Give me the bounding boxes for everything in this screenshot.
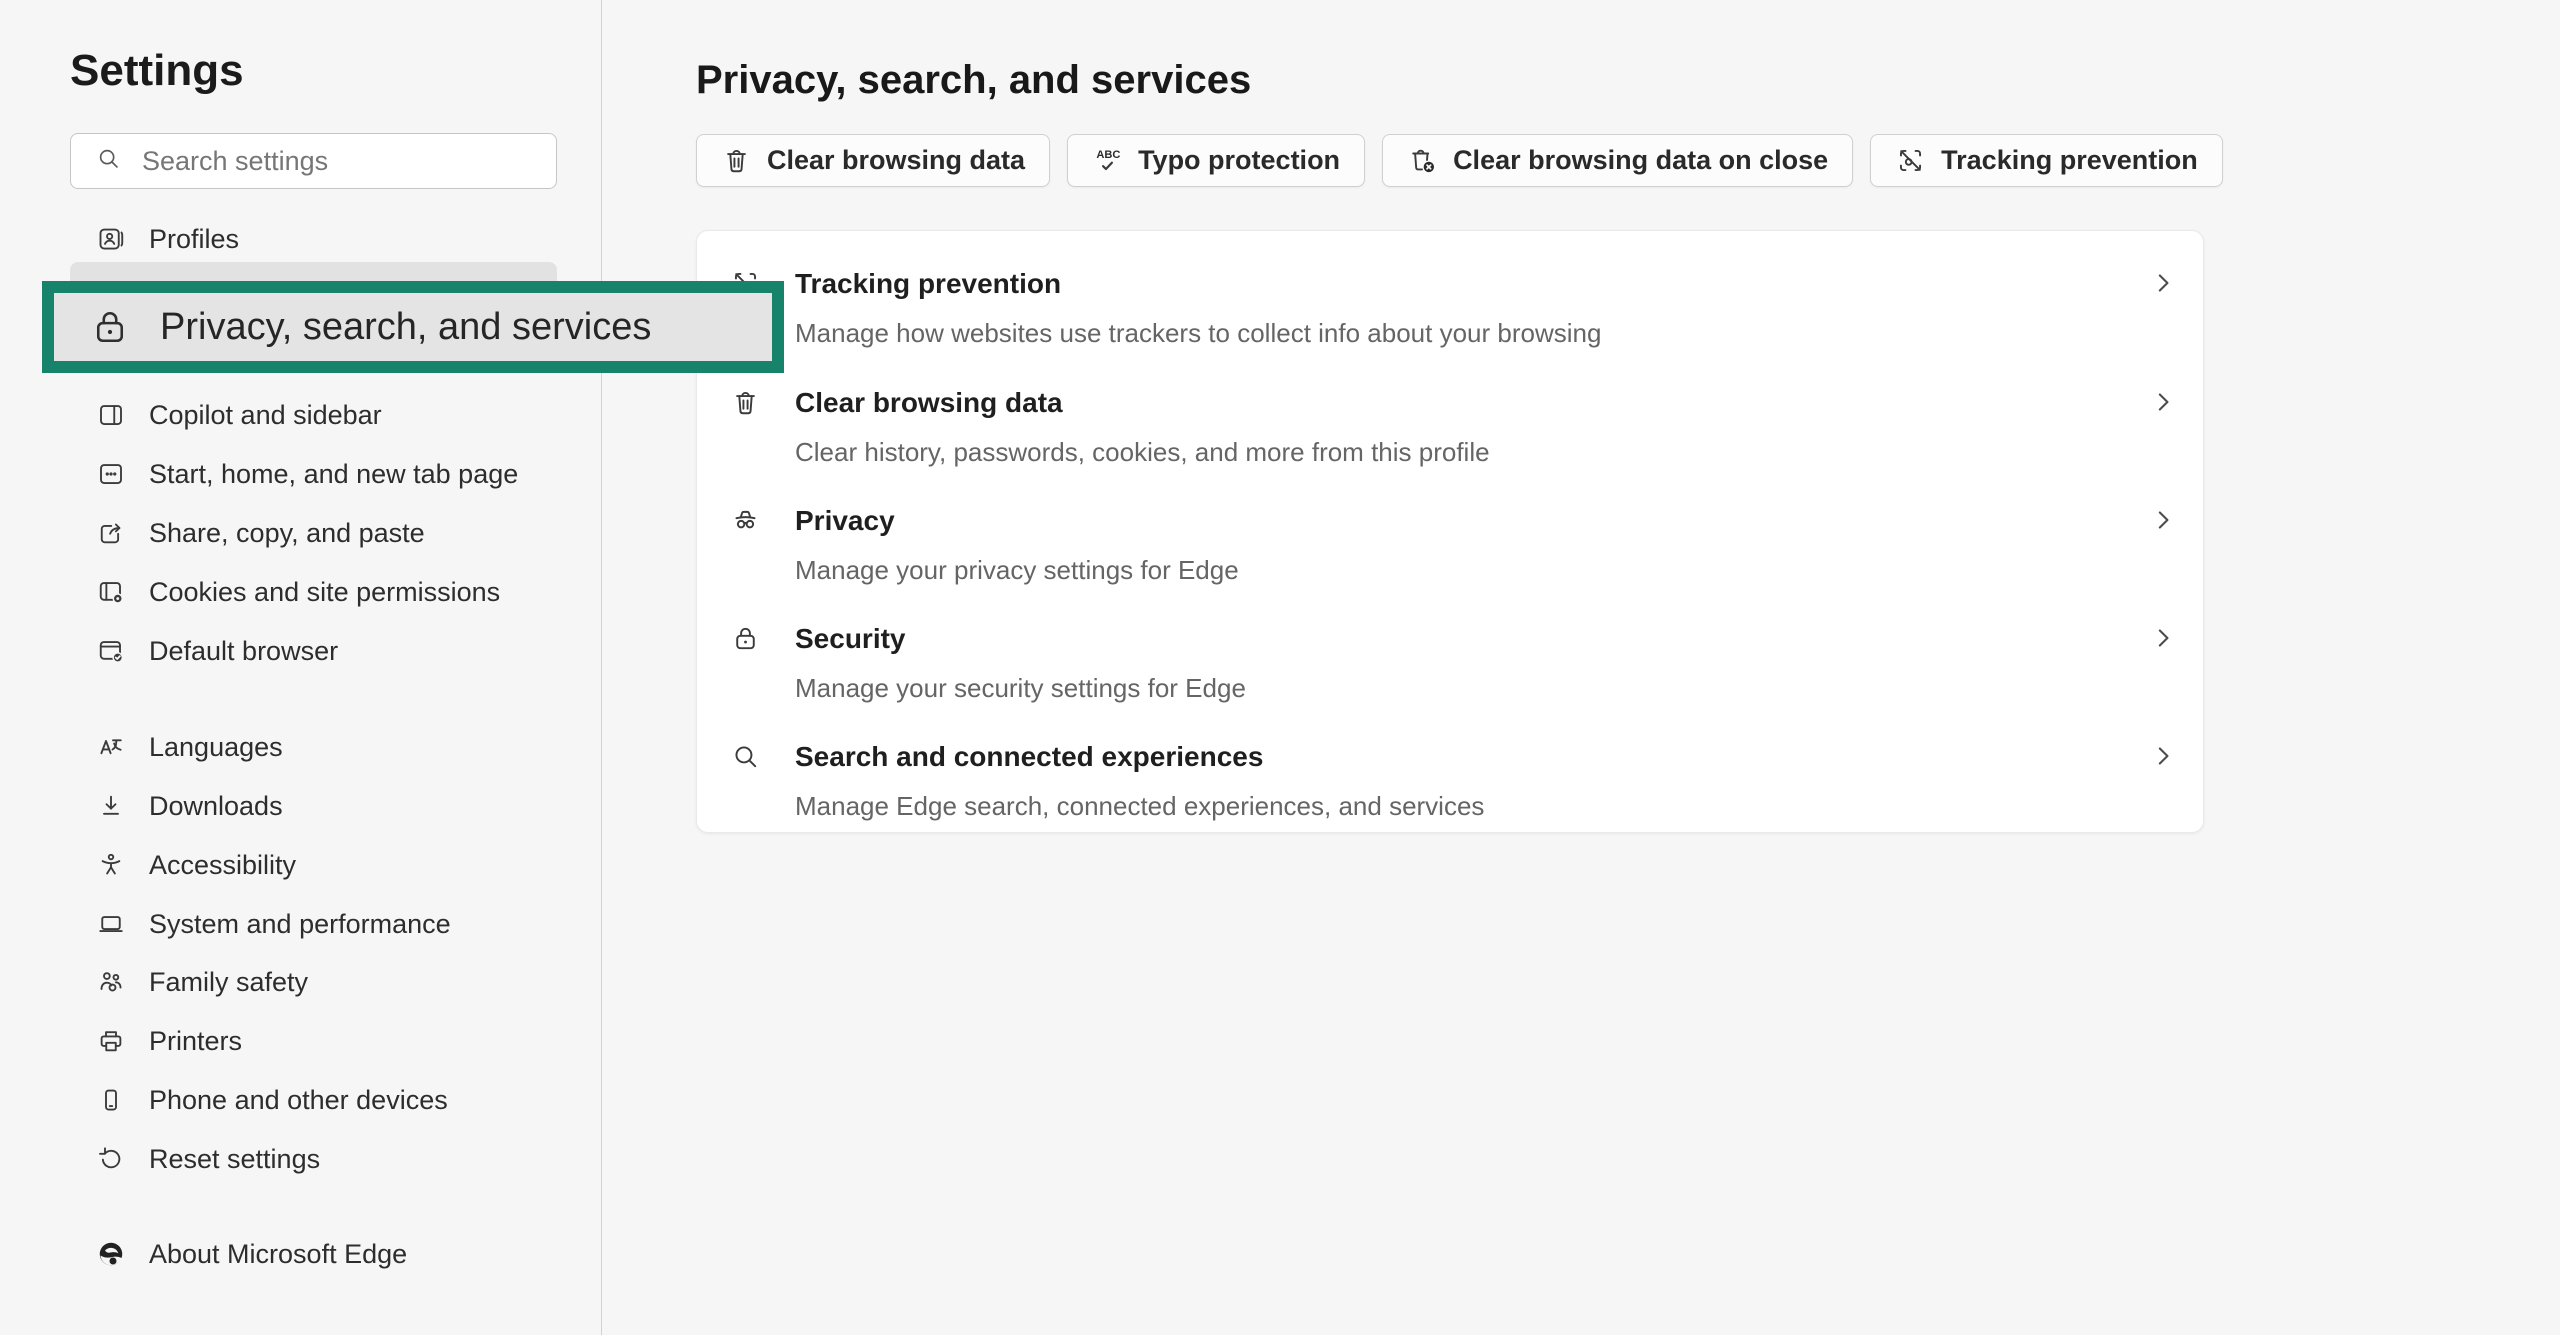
incognito-icon <box>730 505 761 536</box>
sidebar-item-phone-other-devices[interactable]: Phone and other devices <box>70 1076 557 1124</box>
reset-icon <box>96 1144 126 1174</box>
row-title: Security <box>795 622 906 656</box>
button-label: Typo protection <box>1138 145 1340 176</box>
sidebar-item-default-browser[interactable]: Default browser <box>70 627 557 675</box>
phone-icon <box>96 1085 126 1115</box>
chevron-right-icon <box>2149 506 2177 534</box>
sidebar-item-languages[interactable]: Languages <box>70 723 557 771</box>
sidebar-layout-icon <box>96 400 126 430</box>
search-input[interactable] <box>140 145 540 178</box>
search-icon <box>95 145 122 177</box>
sidebar-item-start-home-new-tab[interactable]: Start, home, and new tab page <box>70 450 557 498</box>
sidebar-item-label: Privacy, search, and services <box>160 306 651 349</box>
sidebar-item-label: Profiles <box>149 224 239 255</box>
card-row-search-connected-experiences[interactable]: Search and connected experiences Manage … <box>697 740 2203 852</box>
sidebar-item-printers[interactable]: Printers <box>70 1017 557 1065</box>
sidebar-item-label: Start, home, and new tab page <box>149 459 518 490</box>
profiles-icon <box>96 224 126 254</box>
settings-sidebar: Settings Profiles Copilot and sidebar St… <box>0 0 602 1335</box>
sidebar-item-label: Cookies and site permissions <box>149 577 500 608</box>
search-icon <box>730 741 761 772</box>
edge-settings-page: Settings Profiles Copilot and sidebar St… <box>0 0 2560 1335</box>
page-title: Settings <box>70 46 244 96</box>
button-label: Clear browsing data on close <box>1453 145 1828 176</box>
window-check-icon <box>96 636 126 666</box>
window-dots-icon <box>96 459 126 489</box>
trash-icon <box>730 387 761 418</box>
svg-text:ABC: ABC <box>1096 149 1120 161</box>
chevron-right-icon <box>2149 388 2177 416</box>
sidebar-item-label: Phone and other devices <box>149 1085 448 1116</box>
sidebar-item-share-copy-paste[interactable]: Share, copy, and paste <box>70 509 557 557</box>
sidebar-item-downloads[interactable]: Downloads <box>70 782 557 830</box>
card-row-security[interactable]: Security Manage your security settings f… <box>697 622 2203 734</box>
sidebar-item-label: Copilot and sidebar <box>149 400 382 431</box>
sidebar-item-family-safety[interactable]: Family safety <box>70 958 557 1006</box>
clear-browsing-data-button[interactable]: Clear browsing data <box>696 134 1050 187</box>
lock-icon <box>88 305 132 349</box>
typo-protection-button[interactable]: ABC Typo protection <box>1067 134 1365 187</box>
row-title: Search and connected experiences <box>795 740 1263 774</box>
button-label: Tracking prevention <box>1941 145 2198 176</box>
sidebar-item-copilot-and-sidebar[interactable]: Copilot and sidebar <box>70 391 557 439</box>
privacy-settings-card: Tracking prevention Manage how websites … <box>696 230 2204 833</box>
translate-icon <box>96 732 126 762</box>
sidebar-item-about-microsoft-edge[interactable]: About Microsoft Edge <box>70 1230 557 1278</box>
sidebar-item-accessibility[interactable]: Accessibility <box>70 841 557 889</box>
trash-dismiss-icon <box>1407 145 1438 176</box>
printer-icon <box>96 1026 126 1056</box>
chevron-right-icon <box>2149 624 2177 652</box>
laptop-icon <box>96 909 126 939</box>
download-icon <box>96 791 126 821</box>
window-gear-icon <box>96 577 126 607</box>
sidebar-item-reset-settings[interactable]: Reset settings <box>70 1135 557 1183</box>
sidebar-item-label: Family safety <box>149 967 308 998</box>
family-icon <box>96 967 126 997</box>
typo-protection-icon: ABC <box>1092 145 1123 176</box>
sidebar-item-label: Reset settings <box>149 1144 320 1175</box>
row-title: Privacy <box>795 504 895 538</box>
search-settings-box[interactable] <box>70 133 557 189</box>
accessibility-icon <box>96 850 126 880</box>
button-label: Clear browsing data <box>767 145 1025 176</box>
trash-icon <box>721 145 752 176</box>
sidebar-item-privacy-search-services-highlighted[interactable]: Privacy, search, and services <box>42 281 784 373</box>
chevron-right-icon <box>2149 269 2177 297</box>
share-icon <box>96 518 126 548</box>
sidebar-item-label: About Microsoft Edge <box>149 1239 407 1270</box>
card-row-tracking-prevention[interactable]: Tracking prevention Manage how websites … <box>697 267 2203 379</box>
row-description: Manage your privacy settings for Edge <box>795 554 1239 586</box>
row-title: Clear browsing data <box>795 386 1063 420</box>
row-description: Manage how websites use trackers to coll… <box>795 317 1601 349</box>
tracking-prevention-icon <box>1895 145 1926 176</box>
sidebar-item-label: Share, copy, and paste <box>149 518 425 549</box>
card-row-clear-browsing-data[interactable]: Clear browsing data Clear history, passw… <box>697 386 2203 498</box>
card-row-privacy[interactable]: Privacy Manage your privacy settings for… <box>697 504 2203 616</box>
sidebar-item-label: Downloads <box>149 791 283 822</box>
chevron-right-icon <box>2149 742 2177 770</box>
lock-icon <box>730 623 761 654</box>
row-title: Tracking prevention <box>795 267 1061 301</box>
sidebar-item-cookies-site-permissions[interactable]: Cookies and site permissions <box>70 568 557 616</box>
sidebar-item-label: Printers <box>149 1026 242 1057</box>
sidebar-item-label: Languages <box>149 732 283 763</box>
clear-browsing-data-on-close-button[interactable]: Clear browsing data on close <box>1382 134 1853 187</box>
tracking-prevention-button[interactable]: Tracking prevention <box>1870 134 2223 187</box>
edge-logo-icon <box>96 1239 126 1269</box>
row-description: Manage your security settings for Edge <box>795 672 1246 704</box>
sidebar-item-label: System and performance <box>149 909 451 940</box>
page-heading: Privacy, search, and services <box>696 58 1251 103</box>
row-description: Manage Edge search, connected experience… <box>795 790 1484 822</box>
sidebar-item-system-performance[interactable]: System and performance <box>70 900 557 948</box>
sidebar-item-profiles[interactable]: Profiles <box>70 215 557 263</box>
sidebar-item-label: Accessibility <box>149 850 296 881</box>
row-description: Clear history, passwords, cookies, and m… <box>795 436 1490 468</box>
quick-actions-toolbar: Clear browsing data ABC Typo protection … <box>696 134 2223 187</box>
sidebar-item-label: Default browser <box>149 636 338 667</box>
